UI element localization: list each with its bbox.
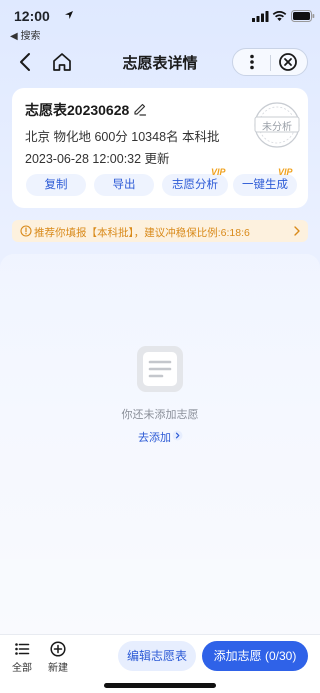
capsule-divider [270,55,271,71]
wish-list-title: 志愿表20230628 [25,102,130,118]
tab-new-label: 新建 [48,663,68,674]
status-time: 12:00 [14,8,50,24]
list-icon [15,643,30,655]
chevron-right-icon [294,226,300,236]
status-bar: 12:00 ◀ 搜索 [0,0,320,44]
tab-all-label: 全部 [12,663,32,674]
back-to-app-link[interactable]: ◀ 搜索 [10,27,40,42]
export-button[interactable]: 导出 [94,174,154,196]
add-wish-button[interactable]: 添加志愿 (0/30) [202,641,308,671]
updated-time: 2023-06-28 12:00:32 更新 [25,152,170,166]
recommendation-notice[interactable]: 推荐你填报【本科批】，建议冲稳保比例:6:18:6 [12,220,308,242]
tab-all[interactable]: 全部 [4,641,40,674]
stamp-label: 未分析 [262,122,292,133]
notice-text: 推荐你填报【本科批】，建议冲稳保比例:6:18:6 [34,227,250,239]
plus-circle-icon [50,641,66,657]
empty-document-icon [137,346,183,392]
battery-icon [291,10,315,22]
home-indicator [104,683,216,688]
vip-badge: VIP [278,167,293,177]
more-dots-icon[interactable] [243,53,261,71]
copy-button[interactable]: 复制 [26,174,86,196]
location-arrow-icon [65,11,73,19]
go-add-link[interactable]: 去添加 [138,429,171,445]
wish-list-card: 志愿表20230628 北京 物化地 600分 10348名 本科批 2023-… [12,88,308,208]
close-circle-icon[interactable] [278,52,298,72]
cellular-signal-icon [252,11,269,22]
nav-bar: 志愿表详情 [0,44,320,80]
wifi-icon [272,11,287,21]
analyze-button[interactable]: 志愿分析 [162,174,228,196]
empty-message: 你还未添加志愿 [121,409,199,421]
vip-badge: VIP [211,167,226,177]
analysis-status-stamp: 未分析 [252,100,302,150]
edit-pencil-icon[interactable] [133,102,147,116]
edit-wish-list-button[interactable]: 编辑志愿表 [118,641,196,671]
chevron-right-circle-icon[interactable] [172,430,183,441]
info-circle-icon [20,225,32,237]
auto-generate-button[interactable]: 一键生成 [233,174,297,196]
miniapp-capsule [232,48,308,76]
tab-new[interactable]: 新建 [40,641,76,674]
student-info: 北京 物化地 600分 10348名 本科批 [25,130,220,144]
